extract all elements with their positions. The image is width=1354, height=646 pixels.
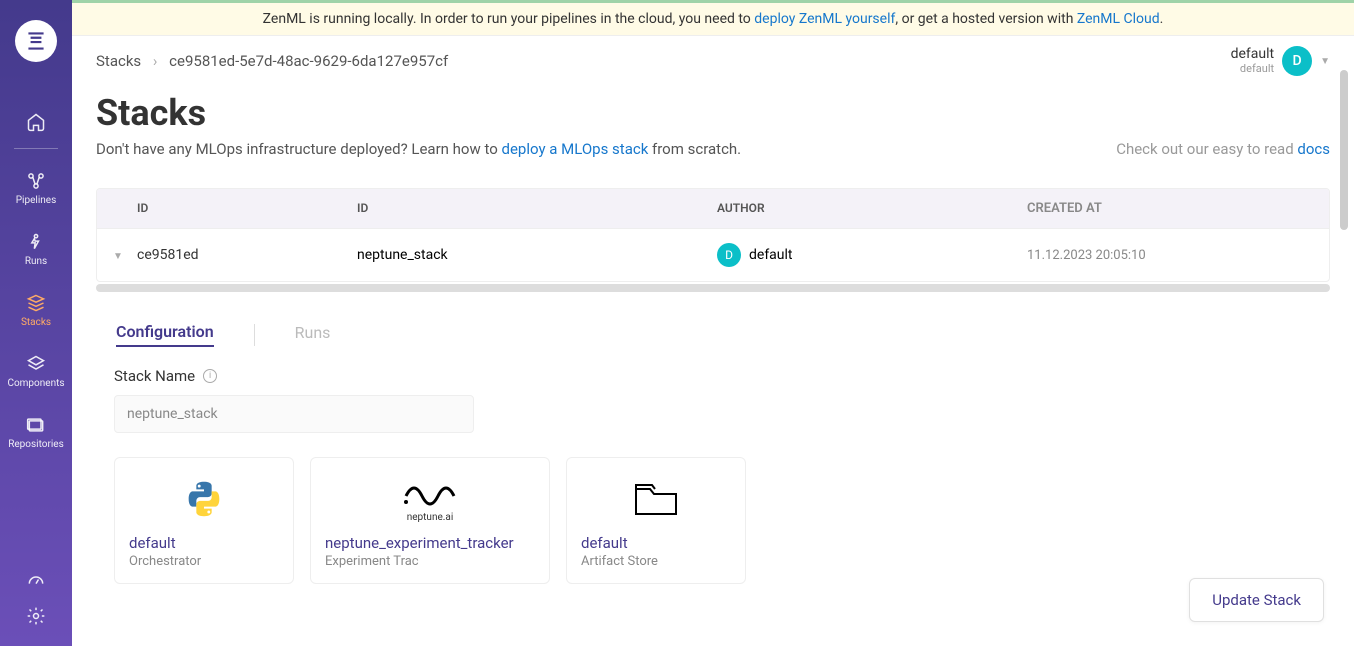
expand-icon[interactable]: ▼ (113, 251, 123, 262)
banner-text: ZenML is running locally. In order to ru… (263, 11, 755, 27)
banner-text: . (1160, 11, 1164, 27)
docs-link[interactable]: docs (1297, 140, 1330, 158)
stacks-icon (26, 293, 46, 313)
tab-configuration[interactable]: Configuration (116, 322, 214, 347)
col-id2: ID (357, 201, 717, 216)
home-icon (26, 112, 46, 132)
vertical-scrollbar[interactable] (1340, 30, 1348, 636)
component-type: Artifact Store (581, 554, 731, 569)
nav-stacks[interactable]: Stacks (6, 283, 66, 338)
nav-pipelines[interactable]: Pipelines (6, 161, 66, 216)
scrollbar-thumb[interactable] (1340, 70, 1348, 230)
sidebar-bottom (26, 572, 46, 646)
avatar: D (1282, 46, 1312, 76)
banner: ZenML is running locally. In order to ru… (72, 0, 1354, 36)
breadcrumb: Stacks › ce9581ed-5e7d-48ac-9629-6da127e… (96, 52, 448, 70)
author-name: default (749, 247, 793, 263)
row-author: D default (717, 243, 1027, 267)
col-author: AUTHOR (717, 201, 1027, 216)
component-type: Orchestrator (129, 554, 279, 569)
content: Stacks Don't have any MLOps infrastructu… (72, 86, 1354, 604)
horizontal-scrollbar[interactable] (96, 284, 1330, 292)
nav-repositories[interactable]: Repositories (6, 405, 66, 460)
deploy-stack-link[interactable]: deploy a MLOps stack (502, 140, 649, 158)
user-text: default default (1231, 47, 1275, 74)
speed-icon[interactable] (26, 572, 46, 592)
component-name: neptune_experiment_tracker (325, 534, 535, 552)
nav-label: Runs (25, 256, 47, 267)
user-menu[interactable]: default default D ▼ (1231, 46, 1330, 76)
info-icon[interactable]: i (203, 369, 217, 383)
nav-runs[interactable]: Runs (6, 222, 66, 277)
breadcrumb-root[interactable]: Stacks (96, 52, 141, 70)
tab-separator (254, 324, 255, 346)
breadcrumb-sep: › (153, 52, 158, 70)
components-row: default Orchestrator neptune.ai neptune_… (114, 457, 1330, 584)
component-artifact-store[interactable]: default Artifact Store (566, 457, 746, 584)
component-name: default (129, 534, 279, 552)
subtitle: Don't have any MLOps infrastructure depl… (96, 140, 741, 158)
stack-name-input[interactable] (114, 395, 474, 433)
repos-icon (26, 415, 46, 435)
banner-text: , or get a hosted version with (895, 11, 1077, 27)
docs-prompt: Check out our easy to read docs (1116, 140, 1330, 158)
component-type: Experiment Trac (325, 554, 535, 569)
header: Stacks › ce9581ed-5e7d-48ac-9629-6da127e… (72, 36, 1354, 86)
pipelines-icon (26, 171, 46, 191)
component-name: default (581, 534, 731, 552)
nav-home[interactable] (6, 102, 66, 142)
nav-label: Repositories (8, 439, 64, 450)
component-orchestrator[interactable]: default Orchestrator (114, 457, 294, 584)
divider (14, 148, 58, 149)
sidebar: Pipelines Runs Stacks Components Reposit… (0, 0, 72, 646)
tab-runs[interactable]: Runs (295, 323, 331, 346)
settings-icon[interactable] (26, 606, 46, 626)
table-header: ID ID AUTHOR CREATED AT (97, 189, 1329, 228)
table-row[interactable]: ▼ ce9581ed neptune_stack D default 11.12… (97, 228, 1329, 281)
python-icon (129, 472, 279, 526)
user-sub: default (1231, 63, 1275, 75)
banner-link-cloud[interactable]: ZenML Cloud (1077, 11, 1160, 27)
stack-name-label: Stack Name i (114, 367, 1330, 385)
col-created: CREATED AT (1027, 201, 1329, 216)
stacks-table: ID ID AUTHOR CREATED AT ▼ ce9581ed neptu… (96, 188, 1330, 282)
nav-label: Stacks (21, 317, 51, 328)
neptune-icon: neptune.ai (325, 472, 535, 526)
folder-icon (581, 472, 731, 526)
row-name: neptune_stack (357, 247, 717, 263)
row-id-short: ce9581ed (137, 247, 357, 263)
tabs: Configuration Runs (116, 322, 1330, 347)
logo[interactable] (15, 20, 57, 62)
component-experiment-tracker[interactable]: neptune.ai neptune_experiment_tracker Ex… (310, 457, 550, 584)
col-id1: ID (137, 201, 357, 216)
banner-link-deploy[interactable]: deploy ZenML yourself (754, 11, 895, 27)
update-stack-button[interactable]: Update Stack (1189, 578, 1324, 622)
nav-label: Pipelines (16, 195, 57, 206)
components-icon (26, 354, 46, 374)
zenml-icon (23, 28, 49, 54)
chevron-down-icon: ▼ (1320, 56, 1330, 67)
author-avatar: D (717, 243, 741, 267)
main: ZenML is running locally. In order to ru… (72, 0, 1354, 646)
row-created: 11.12.2023 20:05:10 (1027, 248, 1329, 263)
nav-components[interactable]: Components (6, 344, 66, 399)
nav-label: Components (7, 378, 64, 389)
page-title: Stacks (96, 92, 1330, 134)
user-name: default (1231, 47, 1275, 62)
runs-icon (26, 232, 46, 252)
breadcrumb-current[interactable]: ce9581ed-5e7d-48ac-9629-6da127e957cf (169, 52, 448, 70)
subtitle-row: Don't have any MLOps infrastructure depl… (96, 140, 1330, 158)
